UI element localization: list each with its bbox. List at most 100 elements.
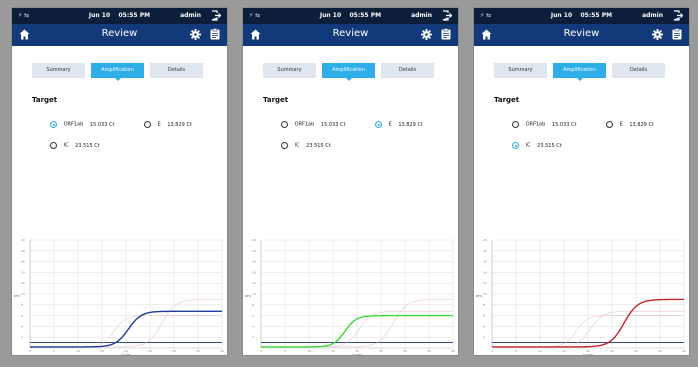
radio-button[interactable]	[50, 142, 57, 149]
status-time: 05:55 PM	[118, 12, 151, 19]
tab-summary[interactable]: Summary	[263, 63, 316, 78]
y-tick-label: 8	[483, 303, 485, 307]
logout-icon[interactable]	[442, 10, 452, 21]
target-option-ic[interactable]: IC 23.515 Ct	[50, 142, 100, 152]
target-label: ORF1ab	[294, 121, 315, 128]
tab-bar: Summary Amplification Details	[494, 63, 666, 81]
clipboard-icon[interactable]	[441, 28, 451, 40]
user-label: admin	[642, 12, 663, 19]
y-tick-label: 4	[252, 324, 254, 328]
clipboard-icon[interactable]	[210, 28, 220, 40]
gear-icon[interactable]	[421, 29, 432, 40]
x-tick-label: 40	[451, 349, 455, 353]
y-tick-label: 2	[252, 335, 254, 339]
target-heading: Target	[32, 96, 58, 104]
x-tick-label: 0	[29, 349, 31, 353]
radio-button[interactable]	[281, 142, 288, 149]
device-screen-2: ⚡ ⇆ Jun 10 05:55 PM admin Review Summary…	[243, 8, 458, 355]
radio-button[interactable]	[606, 121, 613, 128]
device-screen-3: ⚡ ⇆ Jun 10 05:55 PM admin Review Summary…	[474, 8, 689, 355]
status-time: 05:55 PM	[580, 12, 613, 19]
target-label: ORF1ab	[525, 121, 546, 128]
y-tick-label: 20	[483, 238, 487, 242]
x-tick-label: 0	[491, 349, 493, 353]
target-label: IC	[63, 142, 69, 149]
logout-icon[interactable]	[211, 10, 221, 21]
y-tick-label: 12	[483, 281, 487, 285]
x-tick-label: 35	[427, 349, 431, 353]
y-tick-label: 4	[21, 324, 23, 328]
y-tick-label: 8	[252, 303, 254, 307]
target-ct-value: 23.515 Ct	[75, 142, 100, 149]
x-tick-label: 10	[76, 349, 80, 353]
y-tick-label: 16	[252, 260, 256, 264]
target-ct-value: 15.033 Ct	[89, 121, 115, 128]
radio-button[interactable]	[144, 121, 151, 128]
tab-summary[interactable]: Summary	[32, 63, 85, 78]
target-option-orf1ab[interactable]: ORF1ab 15.033 Ct	[512, 121, 576, 131]
status-date: Jun 10	[88, 12, 111, 19]
x-tick-label: 35	[196, 349, 200, 353]
device-screen-1: ⚡ ⇆ Jun 10 05:55 PM admin Review Summary…	[12, 8, 227, 355]
status-bar: ⚡ ⇆ Jun 10 05:55 PM admin	[474, 8, 689, 24]
y-tick-label: 8	[21, 303, 23, 307]
tab-amplification[interactable]: Amplification	[553, 63, 606, 81]
status-bar: ⚡ ⇆ Jun 10 05:55 PM admin	[243, 8, 458, 24]
tab-summary[interactable]: Summary	[494, 63, 547, 78]
tab-details[interactable]: Details	[612, 63, 665, 78]
tab-amplification[interactable]: Amplification	[91, 63, 144, 81]
y-axis-label: RFU	[245, 294, 251, 298]
radio-button-selected[interactable]	[512, 142, 519, 149]
tab-details[interactable]: Details	[150, 63, 203, 78]
target-option-e[interactable]: E 13.829 Ct	[144, 121, 192, 131]
y-tick-label: 20	[21, 238, 25, 242]
y-tick-label: 14	[21, 270, 25, 274]
logout-icon[interactable]	[673, 10, 683, 21]
x-tick-label: 5	[53, 349, 55, 353]
x-tick-label: 15	[562, 349, 566, 353]
x-tick-label: 30	[634, 349, 638, 353]
target-option-orf1ab[interactable]: ORF1ab 15.033 Ct	[50, 121, 114, 131]
target-label: E	[157, 121, 161, 128]
x-tick-label: 5	[515, 349, 517, 353]
x-tick-label: 0	[260, 349, 262, 353]
target-heading: Target	[494, 96, 520, 104]
gear-icon[interactable]	[190, 29, 201, 40]
y-tick-label: 6	[21, 314, 23, 318]
y-tick-label: 6	[252, 314, 254, 318]
status-date: Jun 10	[550, 12, 573, 19]
radio-button[interactable]	[512, 121, 519, 128]
x-tick-label: 10	[538, 349, 542, 353]
target-heading: Target	[263, 96, 289, 104]
target-option-e[interactable]: E 13.829 Ct	[375, 121, 423, 131]
target-option-orf1ab[interactable]: ORF1ab 15.033 Ct	[281, 121, 345, 131]
target-option-ic[interactable]: IC 23.515 Ct	[512, 142, 562, 152]
tab-amplification[interactable]: Amplification	[322, 63, 375, 81]
target-ct-value: 15.033 Ct	[320, 121, 346, 128]
gear-icon[interactable]	[652, 29, 663, 40]
y-tick-label: 2	[21, 335, 23, 339]
x-tick-label: 10	[307, 349, 311, 353]
amplification-chart: 0 5 10 15 20 25 30 35 40 20 18 16 14 12 10 8 6 4 2 RFU Cycle…	[474, 234, 689, 355]
tab-bar: Summary Amplification Details	[263, 63, 435, 81]
target-option-e[interactable]: E 13.829 Ct	[606, 121, 654, 131]
y-tick-label: 16	[483, 260, 487, 264]
radio-button-selected[interactable]	[50, 121, 57, 128]
y-axis-label: RFU	[476, 294, 482, 298]
clipboard-icon[interactable]	[672, 28, 682, 40]
target-ct-value: 23.515 Ct	[537, 142, 562, 149]
amplification-chart: 0 5 10 15 20 25 30 35 40 20 18 16 14 12 10 8 6 4 2 RFU Cycle…	[243, 234, 458, 355]
radio-button[interactable]	[281, 121, 288, 128]
tab-details[interactable]: Details	[381, 63, 434, 78]
radio-button-selected[interactable]	[375, 121, 382, 128]
x-axis-label: Cycles	[583, 353, 593, 356]
y-tick-label: 6	[483, 314, 485, 318]
x-tick-label: 15	[100, 349, 104, 353]
target-option-ic[interactable]: IC 23.515 Ct	[281, 142, 331, 152]
target-label: IC	[294, 142, 300, 149]
y-tick-label: 18	[483, 249, 487, 253]
target-ct-value: 15.033 Ct	[551, 121, 577, 128]
target-ct-value: 13.829 Ct	[398, 121, 423, 128]
target-label: E	[619, 121, 623, 128]
x-tick-label: 30	[403, 349, 407, 353]
